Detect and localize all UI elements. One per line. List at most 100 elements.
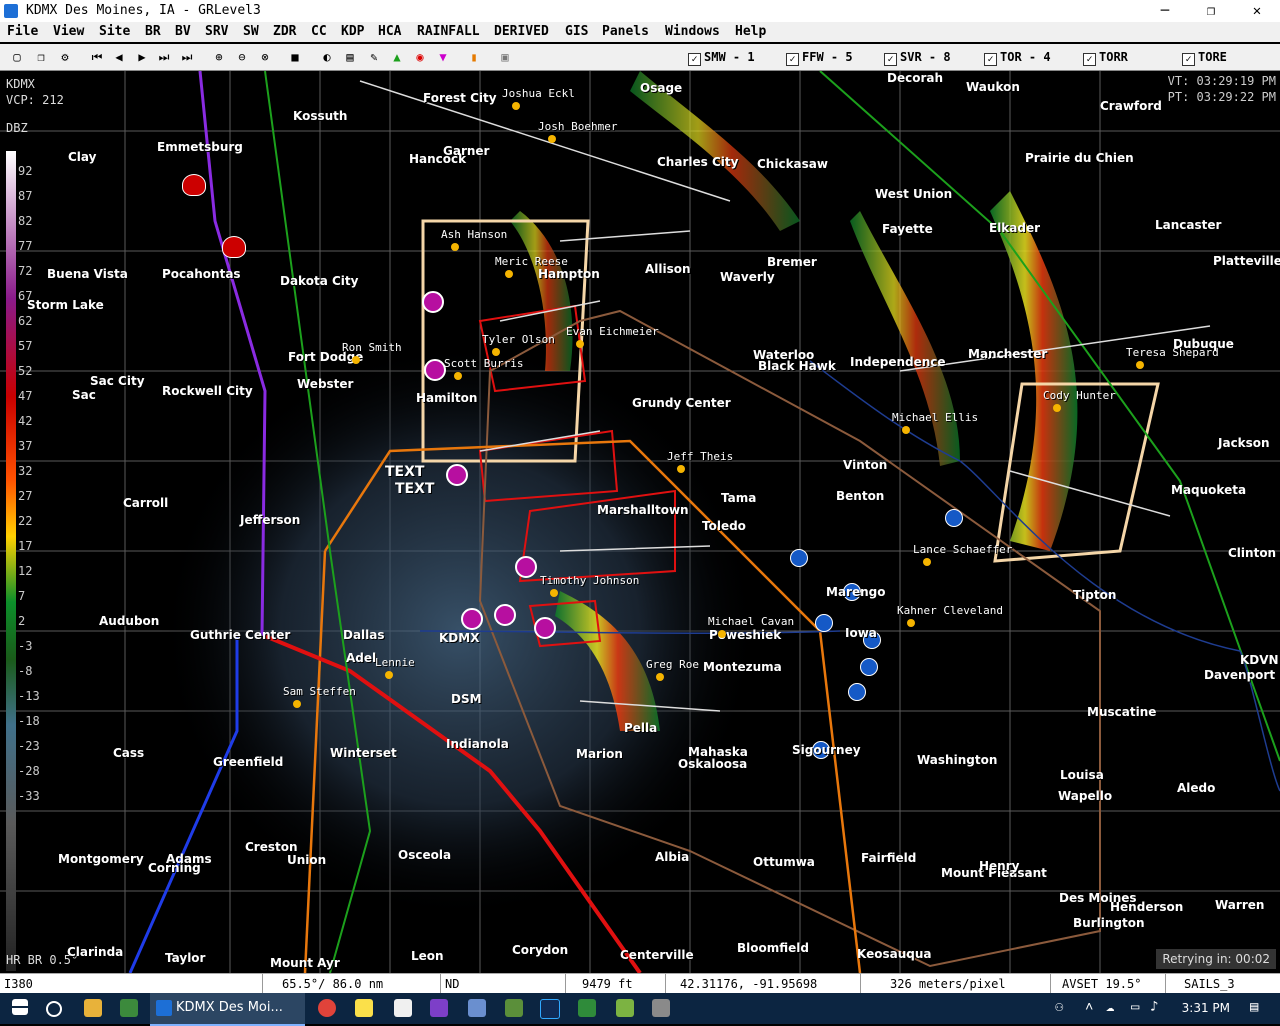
menu-sw[interactable]: SW xyxy=(243,24,259,39)
flood-icon[interactable] xyxy=(848,683,866,701)
toggle-ffw[interactable]: ✓ FFW - 5 xyxy=(786,50,853,66)
menu-site[interactable]: Site xyxy=(99,24,130,39)
spotter-dot-icon[interactable] xyxy=(656,673,664,681)
zoom-in-icon[interactable]: ⊕ xyxy=(210,48,228,66)
spotter-dot-icon[interactable] xyxy=(550,589,558,597)
flood-icon[interactable] xyxy=(860,658,878,676)
toggle-svr[interactable]: ✓ SVR - 8 xyxy=(884,50,951,66)
warning-marker-icon[interactable] xyxy=(222,236,246,258)
game-icon[interactable] xyxy=(505,999,523,1017)
spotter-dot-icon[interactable] xyxy=(902,426,910,434)
paint-icon[interactable] xyxy=(394,999,412,1017)
menu-view[interactable]: View xyxy=(53,24,84,39)
spotter-dot-icon[interactable] xyxy=(1053,404,1061,412)
tornado-icon[interactable] xyxy=(424,359,446,381)
prev-frame-icon[interactable]: ◀ xyxy=(110,48,128,66)
spotter-dot-icon[interactable] xyxy=(1136,361,1144,369)
spotter-dot-icon[interactable] xyxy=(512,102,520,110)
spotter-dot-icon[interactable] xyxy=(454,372,462,380)
tornado-icon[interactable] xyxy=(446,464,468,486)
flood-icon[interactable] xyxy=(815,614,833,632)
volume-icon[interactable]: ♪ xyxy=(1150,999,1158,1015)
spotter-dot-icon[interactable] xyxy=(548,135,556,143)
copy-icon[interactable]: ❐ xyxy=(32,48,50,66)
file-explorer-icon[interactable] xyxy=(84,999,102,1017)
network-icon[interactable]: ▭ xyxy=(1131,999,1139,1015)
menu-zdr[interactable]: ZDR xyxy=(273,24,296,39)
minimize-button[interactable]: ─ xyxy=(1142,0,1188,22)
obs-icon[interactable] xyxy=(430,999,448,1017)
flood-icon[interactable] xyxy=(790,549,808,567)
menu-kdp[interactable]: KDP xyxy=(341,24,364,39)
orange-box-icon[interactable]: ▮ xyxy=(465,48,483,66)
tornado-icon[interactable] xyxy=(461,608,483,630)
open-icon[interactable]: ▢ xyxy=(8,48,26,66)
menu-br[interactable]: BR xyxy=(145,24,161,39)
triangle-green-icon[interactable]: ▲ xyxy=(388,48,406,66)
close-button[interactable]: ✕ xyxy=(1234,0,1280,22)
taskbar-app-grlevel3[interactable]: KDMX Des Moi... xyxy=(150,993,305,1026)
zoom-out-icon[interactable]: ⊖ xyxy=(233,48,251,66)
square-icon[interactable]: ▣ xyxy=(496,48,514,66)
spotter-dot-icon[interactable] xyxy=(576,340,584,348)
notes-icon[interactable] xyxy=(355,999,373,1017)
tornado-icon[interactable] xyxy=(422,291,444,313)
chevron-up-icon[interactable]: ˄ xyxy=(1085,999,1093,1016)
tornado-icon[interactable] xyxy=(494,604,516,626)
menu-windows[interactable]: Windows xyxy=(665,24,720,39)
stop-icon[interactable]: ■ xyxy=(286,48,304,66)
flood-icon[interactable] xyxy=(945,509,963,527)
last-frame-icon[interactable]: ⏭ xyxy=(178,48,196,66)
app-icon[interactable] xyxy=(652,999,670,1017)
spotter-dot-icon[interactable] xyxy=(718,630,726,638)
circle-red-icon[interactable]: ◉ xyxy=(411,48,429,66)
spotter-dot-icon[interactable] xyxy=(352,356,360,364)
toggle-torr[interactable]: ✓ TORR xyxy=(1083,50,1128,66)
play-icon[interactable]: ▶ xyxy=(133,48,151,66)
toggle-smw[interactable]: ✓ SMW - 1 xyxy=(688,50,755,66)
menu-cc[interactable]: CC xyxy=(311,24,327,39)
chrome-icon[interactable] xyxy=(318,999,336,1017)
menu-bv[interactable]: BV xyxy=(175,24,191,39)
people-icon[interactable]: ⚇ xyxy=(1055,999,1063,1015)
next-frame-icon[interactable]: ⏭ xyxy=(155,48,173,66)
photoshop-icon[interactable] xyxy=(540,999,560,1019)
spotter-dot-icon[interactable] xyxy=(492,348,500,356)
spotter-dot-icon[interactable] xyxy=(505,270,513,278)
spotter-dot-icon[interactable] xyxy=(907,619,915,627)
cloud-icon[interactable]: ☁ xyxy=(1106,999,1114,1015)
menu-file[interactable]: File xyxy=(7,24,38,39)
menu-panels[interactable]: Panels xyxy=(602,24,649,39)
menu-rainfall[interactable]: RAINFALL xyxy=(417,24,480,39)
toggle-tor[interactable]: ✓ TOR - 4 xyxy=(984,50,1051,66)
radar-map[interactable]: KDMX VCP: 212 DBZ 92 87 82 77 72 67 62 57 52 47 42… xyxy=(0,71,1280,973)
tools-icon[interactable]: ✎ xyxy=(365,48,383,66)
color-table-icon[interactable]: ◐ xyxy=(318,48,336,66)
zoom-reset-icon[interactable]: ⊗ xyxy=(256,48,274,66)
menu-gis[interactable]: GIS xyxy=(565,24,588,39)
notification-icon[interactable]: ▤ xyxy=(1250,999,1258,1015)
windows-start-icon[interactable] xyxy=(12,999,28,1015)
app-icon[interactable] xyxy=(120,999,138,1017)
search-icon[interactable] xyxy=(46,1001,62,1017)
app-icon[interactable] xyxy=(468,999,486,1017)
app-icon[interactable] xyxy=(578,999,596,1017)
android-icon[interactable] xyxy=(616,999,634,1017)
first-frame-icon[interactable]: ⏮ xyxy=(88,48,106,66)
menu-hca[interactable]: HCA xyxy=(378,24,401,39)
menu-srv[interactable]: SRV xyxy=(205,24,228,39)
triangle-magenta-icon[interactable]: ▼ xyxy=(434,48,452,66)
spotter-dot-icon[interactable] xyxy=(293,700,301,708)
tornado-icon[interactable] xyxy=(515,556,537,578)
toggle-tore[interactable]: ✓ TORE xyxy=(1182,50,1227,66)
maximize-button[interactable]: ❐ xyxy=(1188,0,1234,22)
settings-icon[interactable]: ⚙ xyxy=(56,48,74,66)
spotter-dot-icon[interactable] xyxy=(677,465,685,473)
warning-marker-icon[interactable] xyxy=(182,174,206,196)
spotter-dot-icon[interactable] xyxy=(385,671,393,679)
spotter-dot-icon[interactable] xyxy=(451,243,459,251)
menu-help[interactable]: Help xyxy=(735,24,766,39)
tornado-icon[interactable] xyxy=(534,617,556,639)
legend-icon[interactable]: ▤ xyxy=(341,48,359,66)
menu-derived[interactable]: DERIVED xyxy=(494,24,549,39)
